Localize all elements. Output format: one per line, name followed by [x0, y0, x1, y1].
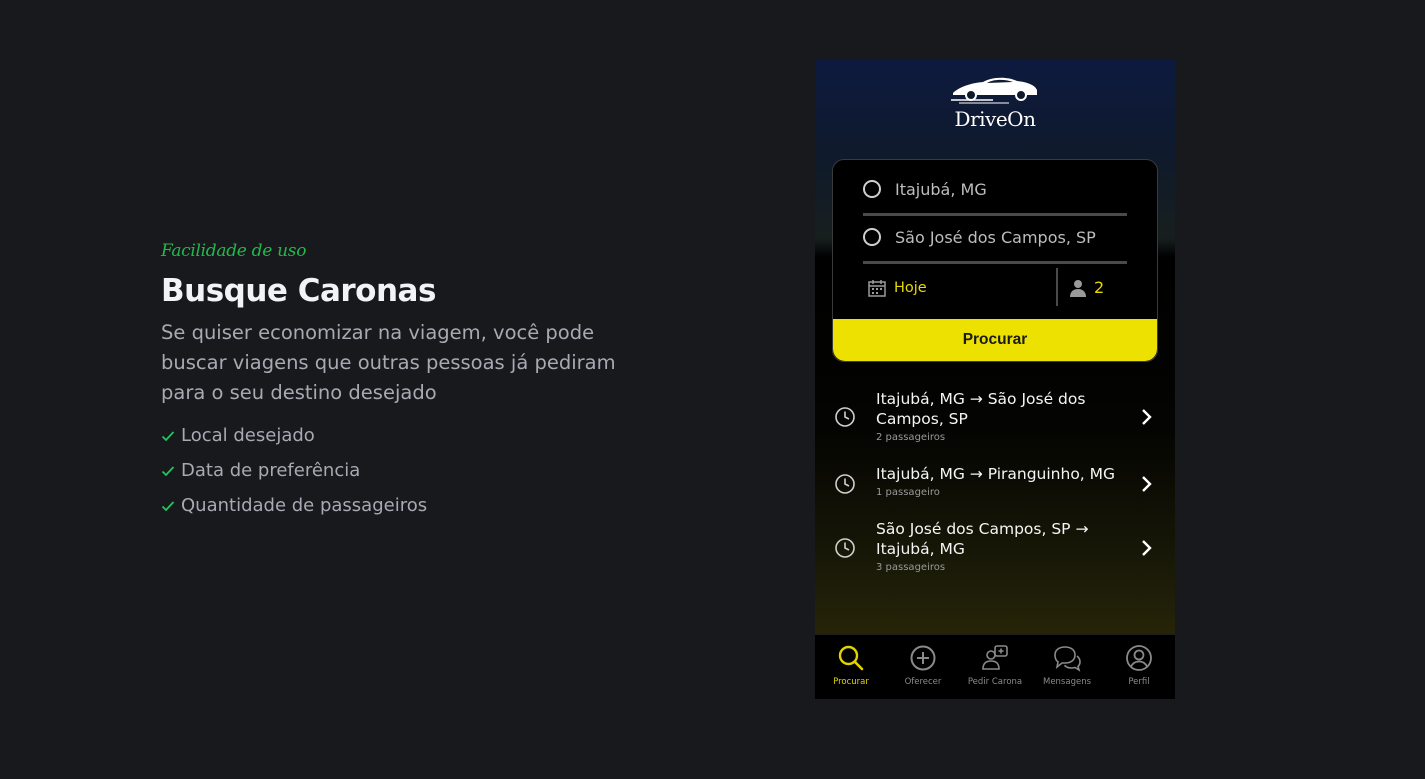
person-icon [1070, 279, 1086, 297]
recent-passengers: 2 passageiros [876, 432, 946, 443]
origin-value: Itajubá, MG [895, 179, 987, 199]
car-logo-icon [951, 77, 1037, 104]
options-divider [1056, 268, 1058, 306]
origin-field[interactable]: Itajubá, MG [863, 165, 1127, 216]
chevron-right-icon [1142, 409, 1152, 425]
feature-section: Facilidade de uso Busque Caronas Se quis… [161, 240, 631, 523]
request-ride-icon [982, 645, 1008, 670]
tab-label: Pedir Carona [967, 677, 1023, 687]
plus-circle-icon [910, 645, 936, 671]
feature-description: Se quiser economizar na viagem, você pod… [161, 321, 616, 404]
feature-checklist: Local desejado Data de preferência Quant… [161, 418, 631, 523]
tab-mensagens[interactable]: Mensagens [1031, 635, 1103, 699]
tab-label: Procurar [833, 677, 869, 687]
tab-pedir-carona[interactable]: Pedir Carona [959, 635, 1031, 699]
recent-route: São José dos Campos, SP → Itajubá, MG [876, 520, 1089, 558]
chevron-right-icon [1142, 476, 1152, 492]
recent-search-info: Itajubá, MG → São José dos Campos, SP 2 … [876, 389, 1126, 443]
app-logo: DriveOn [815, 73, 1175, 131]
recent-search-info: São José dos Campos, SP → Itajubá, MG 3 … [876, 519, 1126, 573]
recent-passengers: 1 passageiro [876, 487, 940, 498]
recent-route: Itajubá, MG → Piranguinho, MG [876, 465, 1116, 483]
checklist-label: Local desejado [181, 425, 315, 446]
clock-icon [835, 407, 855, 427]
phone-screenshot: DriveOn Itajubá, MG São José dos Campos,… [815, 59, 1175, 699]
tab-oferecer[interactable]: Oferecer [887, 635, 959, 699]
search-button[interactable]: Procurar [833, 319, 1157, 361]
checklist-item: Quantidade de passageiros [161, 488, 631, 523]
check-icon [161, 499, 181, 513]
tab-procurar[interactable]: Procurar [815, 635, 887, 699]
feature-title: Busque Caronas [161, 273, 436, 309]
destination-value: São José dos Campos, SP [895, 227, 1096, 247]
search-icon [838, 645, 864, 671]
user-circle-icon [1126, 645, 1152, 671]
check-icon [161, 464, 181, 478]
checklist-label: Data de preferência [181, 460, 361, 481]
tab-label: Oferecer [904, 677, 942, 687]
clock-icon [835, 474, 855, 494]
passenger-count: 2 [1094, 278, 1105, 297]
passenger-selector[interactable]: 2 [1070, 278, 1104, 297]
date-value: Hoje [894, 280, 927, 296]
recent-route: Itajubá, MG → São José dos Campos, SP [876, 390, 1086, 428]
checklist-item: Local desejado [161, 418, 631, 453]
feature-eyebrow: Facilidade de uso [161, 241, 307, 261]
check-icon [161, 429, 181, 443]
clock-icon [835, 538, 855, 558]
bottom-tab-bar: Procurar Oferecer Pedir Carona Mensagens… [815, 634, 1175, 699]
chevron-right-icon [1142, 540, 1152, 556]
origin-circle-icon [863, 180, 881, 198]
checklist-label: Quantidade de passageiros [181, 495, 428, 516]
calendar-icon [868, 280, 886, 297]
app-logo-text: DriveOn [954, 107, 1036, 131]
tab-label: Mensagens [1042, 677, 1092, 687]
recent-passengers: 3 passageiros [876, 562, 946, 573]
messages-icon [1054, 646, 1081, 672]
destination-circle-icon [863, 228, 881, 246]
destination-field[interactable]: São José dos Campos, SP [863, 213, 1127, 264]
tab-perfil[interactable]: Perfil [1103, 635, 1175, 699]
tab-label: Perfil [1128, 677, 1150, 687]
recent-search-info: Itajubá, MG → Piranguinho, MG 1 passagei… [876, 464, 1126, 498]
date-selector[interactable]: Hoje [867, 278, 927, 298]
checklist-item: Data de preferência [161, 453, 631, 488]
search-options: Hoje 2 [833, 266, 1157, 310]
search-card: Itajubá, MG São José dos Campos, SP Hoje… [832, 159, 1158, 362]
